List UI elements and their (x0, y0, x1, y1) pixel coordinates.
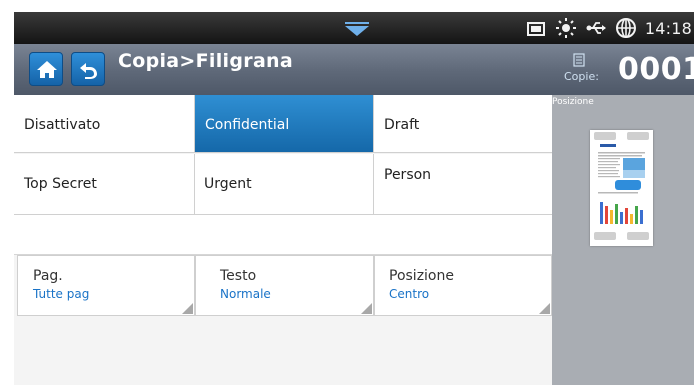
option-confidential[interactable]: Confidential (195, 95, 374, 153)
setting-label: Pag. (33, 268, 63, 284)
setting-label: Testo (220, 268, 257, 284)
setting-value: Tutte pag (33, 287, 90, 301)
setting-value: Normale (220, 287, 271, 301)
corner-indicator (182, 303, 193, 314)
option-label: Confidential (205, 117, 290, 133)
copies-label: Copie: (564, 70, 599, 83)
option-draft[interactable]: Draft (374, 95, 552, 153)
status-icons: 14:18 (525, 17, 694, 39)
document-thumbnail-icon (594, 132, 649, 240)
corner-indicator (539, 303, 550, 314)
copies-icon (573, 53, 585, 67)
option-label: Top Secret (24, 176, 97, 192)
setting-label: Posizione (389, 268, 454, 284)
clock: 14:18 (644, 18, 692, 38)
home-icon (37, 61, 57, 78)
home-button[interactable] (29, 52, 63, 86)
option-label: Urgent (204, 176, 252, 192)
globe-icon (615, 18, 636, 38)
copies-count[interactable]: 0001 (618, 52, 694, 87)
back-arrow-icon (80, 63, 97, 79)
option-person[interactable]: Person (374, 154, 552, 215)
header-bar: Copia>Filigrana Copie: 0001 (14, 44, 694, 95)
option-disattivato[interactable]: Disattivato (14, 95, 195, 153)
setting-value: Centro (389, 287, 430, 301)
preview-label: Posizione (552, 97, 594, 107)
option-label: Disattivato (24, 117, 101, 133)
status-bar: 14:18 (14, 12, 694, 44)
text-setting-button[interactable]: Testo Normale (195, 255, 374, 316)
device-screen: 14:18 Copia>Filigrana Copie: 0001 Disatt… (14, 12, 694, 385)
corner-indicator (361, 303, 372, 314)
options-spacer (14, 215, 552, 255)
pages-setting-button[interactable]: Pag. Tutte pag (17, 255, 195, 316)
usb-icon (586, 22, 606, 34)
tray-icon (526, 22, 545, 36)
back-button[interactable] (71, 52, 105, 86)
position-setting-button[interactable]: Posizione Centro (374, 255, 552, 316)
option-top-secret[interactable]: Top Secret (14, 154, 195, 215)
page-title: Copia>Filigrana (118, 50, 294, 72)
option-urgent[interactable]: Urgent (195, 154, 374, 215)
watermark-options-area: Disattivato Confidential Draft Top Secre… (14, 95, 552, 385)
preview-page (590, 130, 653, 246)
brightness-icon (555, 18, 576, 38)
option-label: Draft (384, 117, 420, 133)
menu-chevron-icon[interactable] (344, 21, 370, 37)
option-label: Person (384, 167, 432, 183)
preview-panel: Posizione (552, 95, 694, 385)
